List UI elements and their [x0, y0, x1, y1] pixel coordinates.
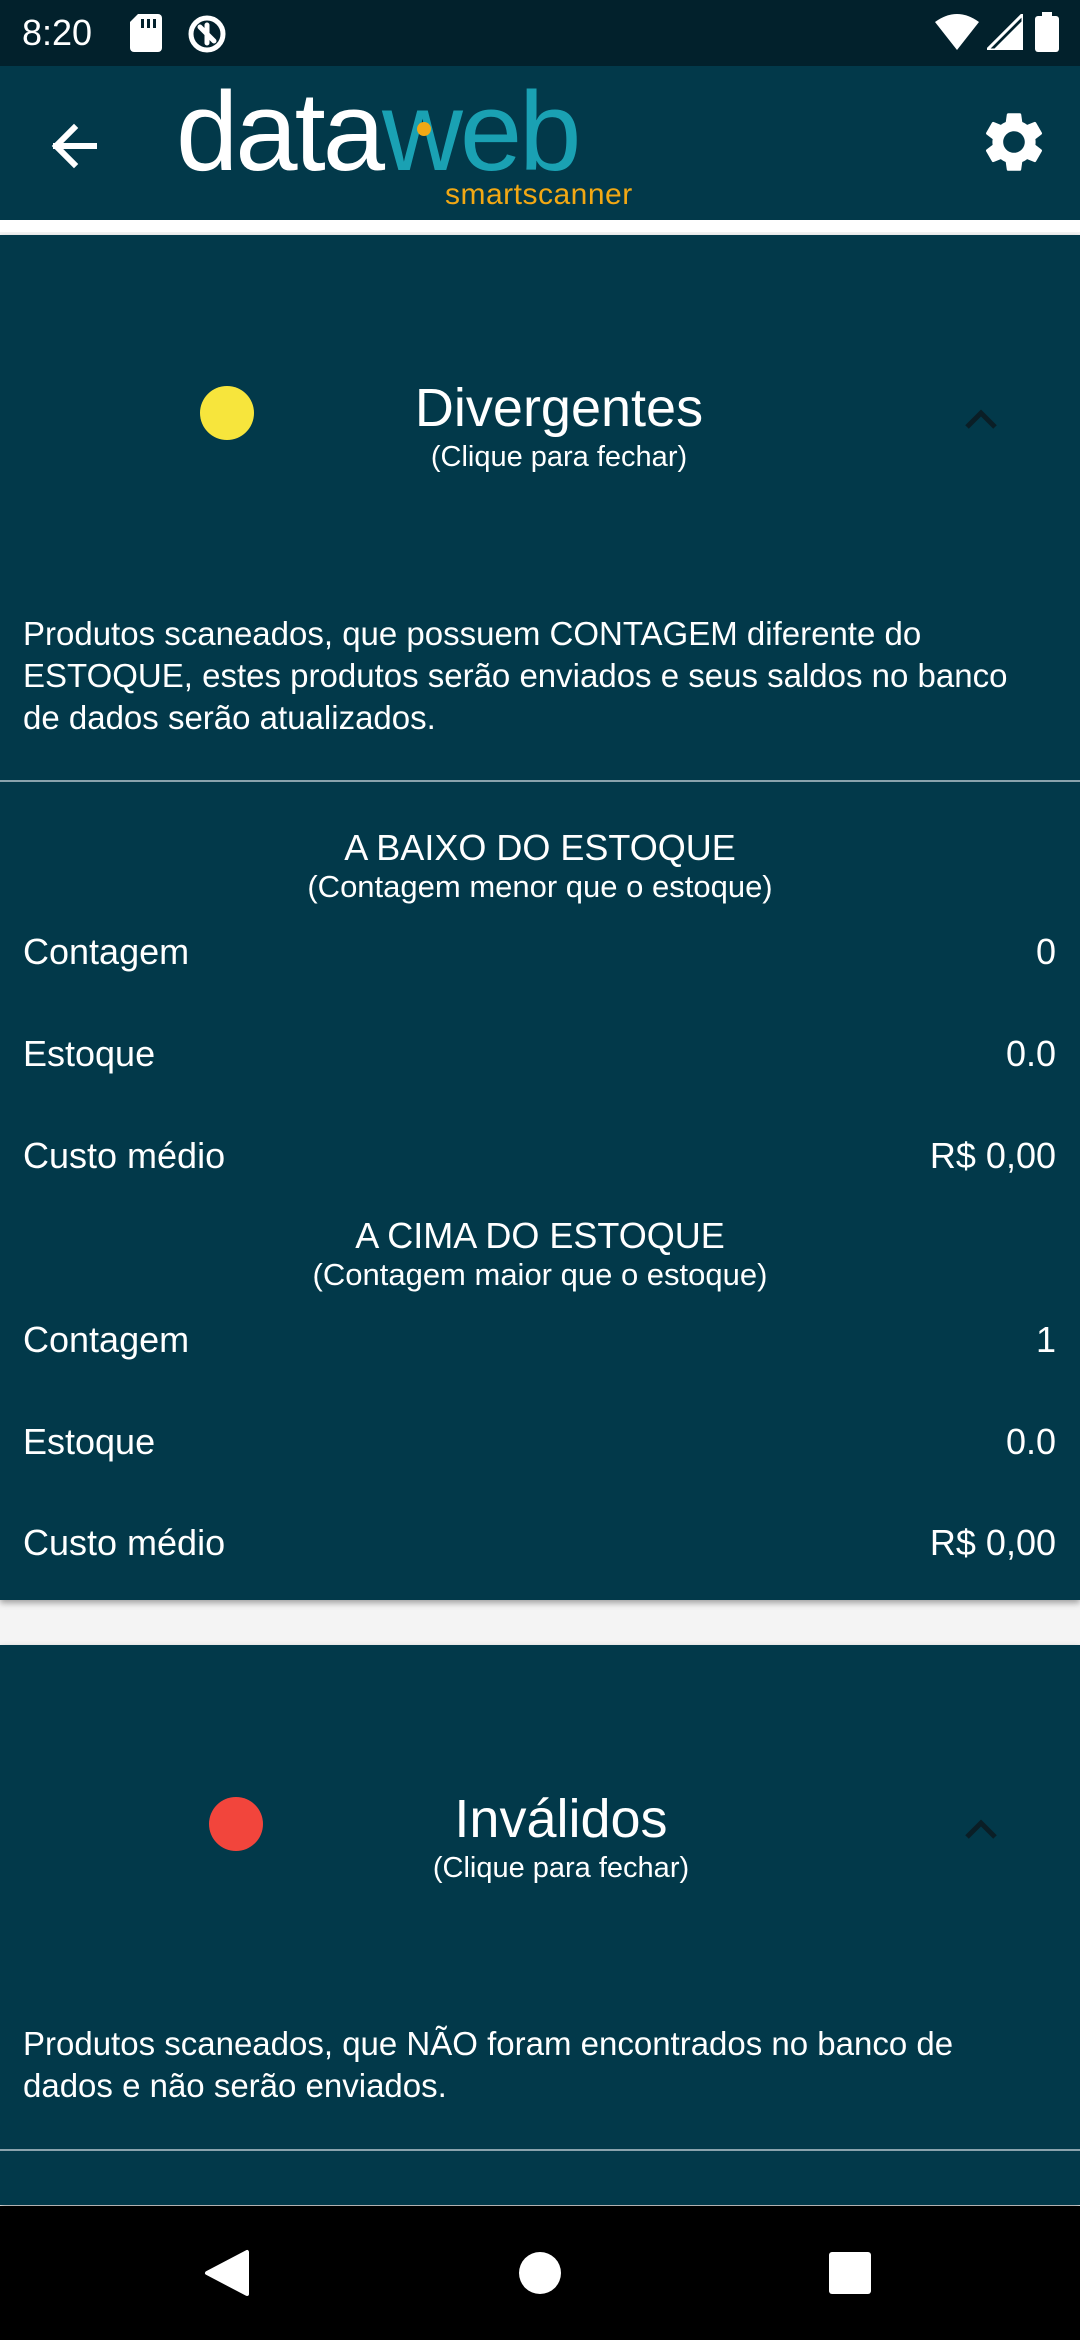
data-saver-icon	[188, 15, 226, 53]
custo-medio-value: R$ 0,00	[929, 1135, 1056, 1176]
app-bar: dataweb smartscanner	[0, 66, 1080, 220]
settings-button[interactable]	[978, 106, 1050, 178]
section-title: Divergentes	[414, 378, 704, 438]
section-header-invalidos[interactable]: Inválidos (Clique para fechar)	[0, 1645, 1080, 1925]
logo-part1: data	[176, 69, 385, 194]
estoque-label: Estoque	[23, 1421, 156, 1462]
section-subtitle: (Clique para fechar)	[432, 1852, 690, 1884]
section-divider	[0, 2149, 1080, 2151]
app-bar-divider	[0, 220, 1080, 232]
estoque-value: 0.0	[1005, 1033, 1056, 1074]
chevron-up-icon	[965, 1819, 997, 1839]
section-invalidos: Inválidos (Clique para fechar) Produtos …	[0, 1645, 1080, 2205]
triangle-back-icon	[205, 2250, 249, 2296]
section-divergentes: Divergentes (Clique para fechar) Produto…	[0, 235, 1080, 1600]
signal-icon	[987, 14, 1023, 50]
logo-wordmark: dataweb	[176, 69, 581, 194]
back-button[interactable]	[36, 106, 116, 186]
nav-home-button[interactable]	[503, 2236, 577, 2310]
nav-recents-button[interactable]	[813, 2236, 887, 2310]
logo-dot	[417, 122, 431, 136]
custo-medio-value: R$ 0,00	[929, 1522, 1056, 1563]
circle-home-icon	[519, 2252, 561, 2294]
group-subtitle-acima: (Contagem maior que o estoque)	[312, 1257, 768, 1292]
logo-part2: web	[381, 69, 581, 194]
battery-icon	[1035, 12, 1059, 52]
group-title-abaixo: A BAIXO DO ESTOQUE	[344, 827, 736, 868]
logo: dataweb smartscanner	[176, 72, 656, 212]
contagem-label: Contagem	[23, 1319, 190, 1360]
section-divider	[0, 780, 1080, 782]
group-subtitle-abaixo: (Contagem menor que o estoque)	[307, 869, 773, 904]
section-description: Produtos scaneados, que NÃO foram encont…	[23, 2025, 954, 2104]
custo-medio-label: Custo médio	[23, 1135, 226, 1176]
nav-back-button[interactable]	[189, 2236, 263, 2310]
section-subtitle: (Clique para fechar)	[430, 441, 688, 473]
custo-medio-label: Custo médio	[23, 1522, 226, 1563]
estoque-label: Estoque	[23, 1033, 156, 1074]
contagem-value: 1	[1035, 1319, 1056, 1360]
status-bar: 8:20	[0, 0, 1080, 66]
estoque-value: 0.0	[1005, 1421, 1056, 1462]
contagem-label: Contagem	[23, 931, 190, 972]
system-nav-bar	[0, 2206, 1080, 2340]
sd-card-icon	[130, 14, 162, 52]
group-title-acima: A CIMA DO ESTOQUE	[355, 1215, 725, 1256]
contagem-value: 0	[1035, 931, 1056, 972]
logo-tagline: smartscanner	[445, 178, 633, 211]
section-title: Inválidos	[454, 1789, 668, 1849]
gear-icon	[985, 113, 1043, 171]
section-header-divergentes[interactable]: Divergentes (Clique para fechar)	[0, 235, 1080, 515]
status-time: 8:20	[22, 12, 93, 53]
section-description: Produtos scaneados, que possuem CONTAGEM…	[23, 615, 1008, 736]
arrow-left-icon	[51, 123, 97, 169]
square-recents-icon	[829, 2252, 871, 2294]
wifi-icon	[935, 14, 979, 50]
chevron-up-icon	[965, 409, 997, 429]
